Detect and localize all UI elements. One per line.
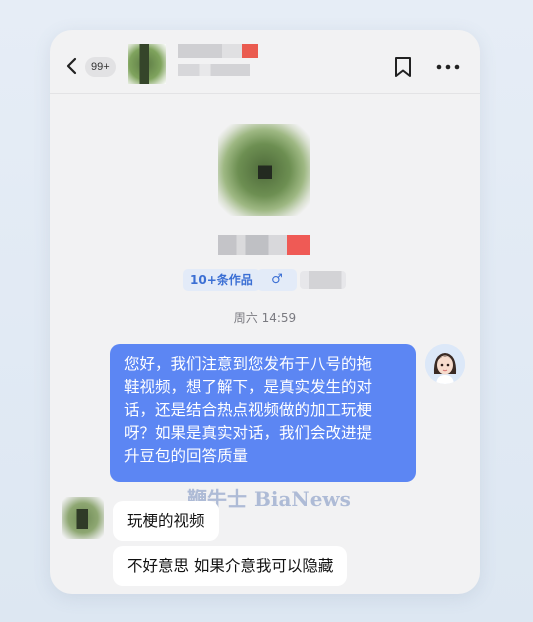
outgoing-message-bubble[interactable]: 您好，我们注意到您发布于八号的拖 鞋视频，想了解下，是真实发生的对 话，还是结合… xyxy=(110,344,416,482)
contact-avatar[interactable] xyxy=(128,44,166,84)
location-tag-blurred xyxy=(300,271,346,289)
chat-header: 99+ xyxy=(50,30,480,94)
profile-name-blurred xyxy=(218,235,310,255)
message-line: 升豆包的回答质量 xyxy=(124,447,249,465)
incoming-message-bubble[interactable]: 玩梗的视频 xyxy=(113,501,219,541)
my-avatar[interactable] xyxy=(425,344,465,384)
gender-tag: ♂ xyxy=(257,269,297,291)
chat-card: 99+ 10+条作品 ♂ 周六 14:59 您好，我们注意到您发布于八号的拖 鞋… xyxy=(50,30,480,594)
message-line: 您好，我们注意到您发布于八号的拖 xyxy=(124,355,373,373)
cartoon-girl-icon xyxy=(425,344,465,384)
message-line: 呀？如果是真实对话，我们会改进提 xyxy=(124,424,373,442)
message-line: 鞋视频，想了解下，是真实发生的对 xyxy=(124,378,373,396)
message-timestamp: 周六 14:59 xyxy=(233,311,297,325)
works-count-tag[interactable]: 10+条作品 xyxy=(183,269,260,291)
contact-name-blurred xyxy=(178,44,258,58)
unread-count-badge: 99+ xyxy=(85,57,116,77)
bookmark-icon[interactable] xyxy=(393,56,413,78)
more-icon[interactable] xyxy=(435,60,461,74)
message-line: 话，还是结合热点视频做的加工玩梗 xyxy=(124,401,373,419)
back-icon[interactable] xyxy=(64,56,80,76)
incoming-message-bubble[interactable]: 不好意思 如果介意我可以隐藏 xyxy=(113,546,348,586)
profile-avatar[interactable] xyxy=(218,124,310,216)
sender-avatar[interactable] xyxy=(62,497,104,539)
contact-subtitle-blurred xyxy=(178,64,250,76)
